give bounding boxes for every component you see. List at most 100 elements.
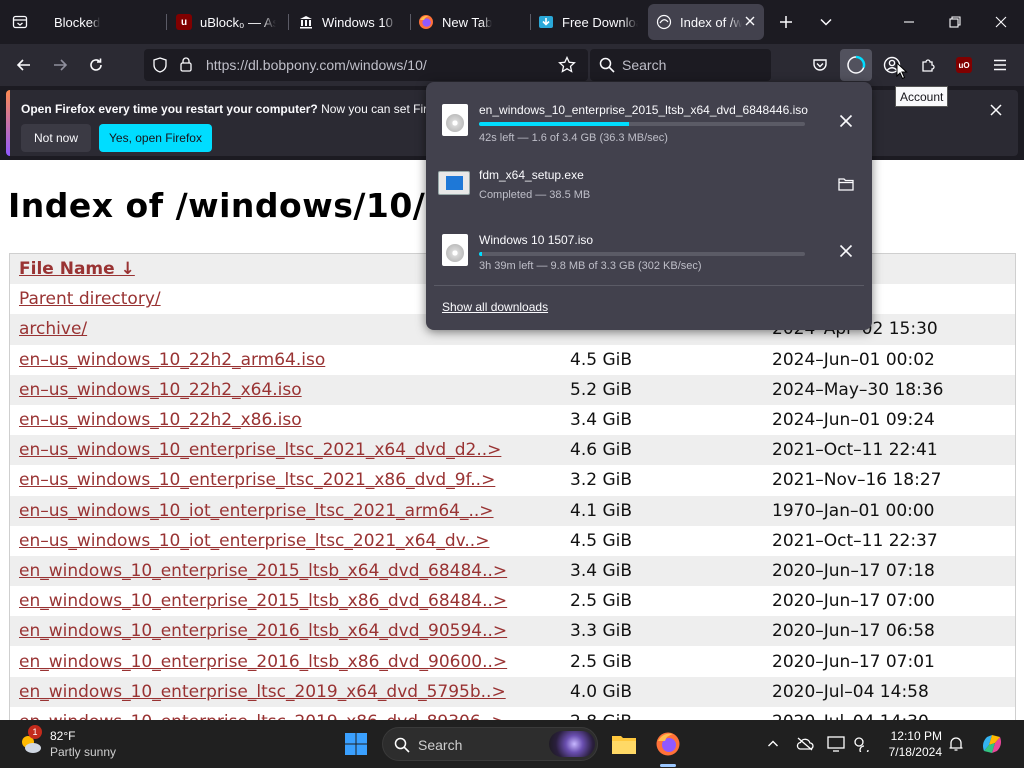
file-link[interactable]: archive/	[19, 319, 87, 339]
cloud-off-icon	[796, 737, 814, 751]
notification-close-button[interactable]	[986, 100, 1006, 120]
file-link[interactable]: en–us_windows_10_iot_enterprise_ltsc_202…	[19, 531, 489, 551]
clock-time[interactable]: 12:10 PM	[884, 729, 942, 743]
tab-new-tab[interactable]: New Tab	[410, 4, 526, 40]
back-arrow-icon	[16, 59, 30, 71]
file-link[interactable]: en–us_windows_10_enterprise_ltsc_2021_x8…	[19, 470, 495, 490]
start-button[interactable]	[340, 728, 372, 760]
tab-ublock[interactable]: u uBlock₀ — Ass	[168, 4, 284, 40]
file-link[interactable]: en–us_windows_10_22h2_x64.iso	[19, 380, 302, 400]
close-window-button[interactable]	[978, 0, 1024, 44]
file-date: 2024–May–30 18:36	[772, 379, 944, 400]
folder-icon	[612, 736, 636, 754]
file-link[interactable]: en–us_windows_10_enterprise_ltsc_2021_x6…	[19, 440, 501, 460]
tab-title: Free Downloa	[562, 14, 638, 30]
search-bar[interactable]: Search	[590, 49, 771, 81]
clock-date[interactable]: 7/18/2024	[884, 745, 942, 759]
close-icon	[839, 244, 853, 258]
extensions-button[interactable]	[912, 49, 944, 81]
download-progress-icon	[847, 55, 866, 74]
file-date: 2020–Jun–17 07:01	[772, 651, 935, 672]
hamburger-menu-icon	[994, 59, 1006, 71]
tab-index-of[interactable]: Index of /w	[648, 4, 764, 40]
notification-accent-stripe	[6, 90, 10, 156]
weather-widget[interactable]: 1	[18, 725, 44, 757]
onedrive-tray-button[interactable]	[795, 734, 815, 754]
download-progress-bar	[479, 122, 805, 126]
show-in-folder-button[interactable]	[836, 174, 856, 194]
file-link[interactable]: en–us_windows_10_22h2_x86.iso	[19, 410, 302, 430]
file-link[interactable]: en_windows_10_enterprise_ltsc_2019_x86_d…	[19, 712, 506, 720]
file-link[interactable]: en_windows_10_enterprise_2015_ltsb_x86_d…	[19, 591, 507, 611]
navigation-toolbar: https://dl.bobpony.com/windows/10/ Searc…	[0, 44, 1024, 86]
list-all-tabs-button[interactable]	[804, 0, 848, 44]
close-icon	[995, 16, 1007, 28]
firefox-taskbar-button[interactable]	[652, 728, 684, 760]
active-app-indicator	[660, 764, 676, 767]
show-all-downloads-link[interactable]: Show all downloads	[442, 300, 548, 314]
not-now-button[interactable]: Not now	[21, 124, 91, 152]
cancel-download-button[interactable]	[836, 111, 856, 131]
progress-fill	[479, 122, 629, 126]
app-menu-button[interactable]	[984, 49, 1016, 81]
file-link[interactable]: en–us_windows_10_22h2_arm64.iso	[19, 350, 325, 370]
minimize-button[interactable]	[886, 0, 932, 44]
yes-open-firefox-button[interactable]: Yes, open Firefox	[99, 124, 212, 152]
sort-by-name-link[interactable]: File Name ↓	[19, 259, 135, 279]
new-tab-button[interactable]	[764, 0, 808, 44]
bookmark-star-icon[interactable]	[558, 55, 576, 79]
ublock-origin-button[interactable]: uO	[948, 49, 980, 81]
quick-settings-button[interactable]	[852, 734, 872, 754]
taskbar-search-box[interactable]: Search	[382, 727, 598, 761]
tab-close-button[interactable]	[744, 14, 756, 30]
pocket-icon	[813, 59, 827, 71]
show-hidden-icons-button[interactable]	[763, 734, 783, 754]
tab-list-button[interactable]	[0, 0, 40, 44]
weather-description: Partly sunny	[50, 745, 117, 759]
file-link[interactable]: en–us_windows_10_iot_enterprise_ltsc_202…	[19, 501, 494, 521]
file-link[interactable]: en_windows_10_enterprise_2016_ltsb_x86_d…	[19, 652, 507, 672]
forward-arrow-icon	[54, 59, 68, 71]
iso-file-icon	[442, 234, 468, 266]
file-link[interactable]: en_windows_10_enterprise_2016_ltsb_x64_d…	[19, 621, 507, 641]
download-item[interactable]: Windows 10 1507.iso 3h 39m left — 9.8 MB…	[426, 217, 872, 283]
download-item[interactable]: fdm_x64_setup.exe Completed — 38.5 MB	[426, 152, 872, 218]
display-tray-button[interactable]	[826, 734, 846, 754]
file-size: 3.3 GiB	[570, 621, 632, 642]
notifications-button[interactable]	[946, 734, 966, 754]
downloads-button[interactable]	[840, 49, 872, 81]
tab-blocked[interactable]: Blocked	[46, 4, 162, 40]
plus-icon	[780, 16, 792, 28]
cancel-download-button[interactable]	[836, 241, 856, 261]
pocket-button[interactable]	[804, 49, 836, 81]
file-link[interactable]: Parent directory/	[19, 289, 161, 309]
file-link[interactable]: en_windows_10_enterprise_2015_ltsb_x64_d…	[19, 561, 507, 581]
close-icon	[839, 114, 853, 128]
url-bar[interactable]: https://dl.bobpony.com/windows/10/	[144, 49, 588, 81]
file-date: 2024–Jun–01 09:24	[772, 410, 935, 431]
notification-text: Now you can set Fire	[317, 102, 434, 116]
file-size: 4.6 GiB	[570, 440, 632, 461]
account-tooltip: Account	[895, 86, 949, 107]
column-header-file-name[interactable]: File Name ↓	[19, 254, 135, 284]
downloads-panel: en_windows_10_enterprise_2015_ltsb_x64_d…	[426, 82, 872, 330]
tracking-protection-shield-icon[interactable]	[152, 57, 168, 78]
tab-free-download-manager[interactable]: Free Downloa	[530, 4, 646, 40]
file-size: 3.4 GiB	[570, 410, 632, 431]
reload-button[interactable]	[80, 49, 112, 81]
restore-button[interactable]	[932, 0, 978, 44]
search-highlight-image-icon	[549, 731, 595, 757]
file-explorer-button[interactable]	[608, 728, 640, 760]
back-button[interactable]	[8, 49, 40, 81]
windows-taskbar: 1 82°F Partly sunny Search 12:10 PM 7/18…	[0, 720, 1024, 768]
copilot-button[interactable]	[976, 728, 1008, 760]
download-item[interactable]: en_windows_10_enterprise_2015_ltsb_x64_d…	[426, 87, 872, 153]
file-link[interactable]: en_windows_10_enterprise_ltsc_2019_x64_d…	[19, 682, 506, 702]
download-status: Completed — 38.5 MB	[479, 189, 591, 201]
lock-icon[interactable]	[179, 56, 193, 77]
tab-windows10[interactable]: Windows 10 1	[290, 4, 406, 40]
file-size: 3.2 GiB	[570, 470, 632, 491]
forward-button[interactable]	[44, 49, 76, 81]
show-all-downloads-label: Show all downloads	[442, 300, 549, 314]
tab-strip: Blocked u uBlock₀ — Ass Windows 10 1 New…	[0, 0, 1024, 44]
